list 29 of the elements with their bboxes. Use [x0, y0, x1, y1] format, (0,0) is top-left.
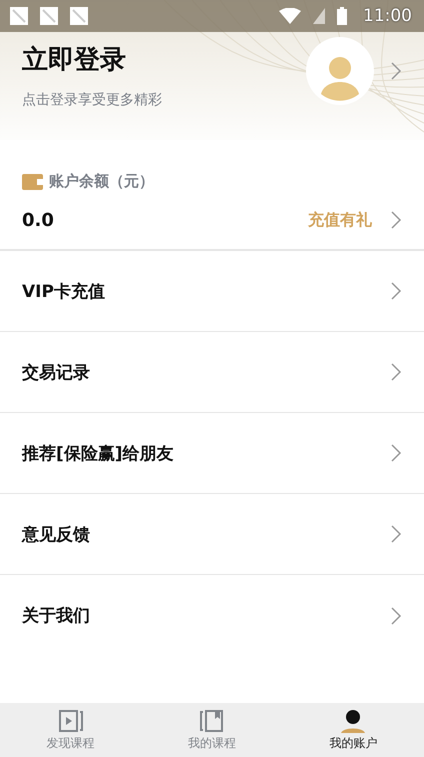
notification-icon — [10, 7, 28, 25]
battery-icon — [337, 7, 347, 25]
menu-item[interactable]: 交易记录 — [0, 332, 424, 413]
menu-item[interactable]: 关于我们 — [0, 575, 424, 656]
user-icon — [340, 708, 366, 732]
chevron-icon — [390, 210, 402, 230]
chevron-icon — [390, 443, 402, 463]
login-subtitle: 点击登录享受更多精彩 — [22, 91, 163, 109]
chevron-icon — [390, 281, 402, 301]
menu-item[interactable]: 推荐[保险赢]给朋友 — [0, 413, 424, 494]
wifi-icon — [279, 8, 301, 24]
signal-icon — [313, 8, 325, 24]
book-icon — [198, 708, 225, 732]
chevron-icon — [390, 60, 402, 80]
nav-tab[interactable]: 我的账户 — [282, 703, 424, 757]
menu-item[interactable]: VIP卡充值 — [0, 251, 424, 332]
login-title[interactable]: 立即登录 — [22, 42, 306, 77]
notification-icon — [70, 7, 88, 25]
balance-amount: 0.0 — [22, 210, 55, 230]
chevron-icon — [390, 606, 402, 626]
notification-icon — [40, 7, 58, 25]
status-time: 11:00 — [363, 6, 412, 26]
chevron-icon — [390, 362, 402, 382]
video-icon — [58, 708, 84, 732]
balance-label: 账户余额（元） — [49, 172, 154, 191]
chevron-icon — [390, 524, 402, 544]
avatar-icon[interactable] — [306, 36, 374, 104]
wallet-icon — [22, 174, 43, 190]
menu-item[interactable]: 意见反馈 — [0, 494, 424, 575]
